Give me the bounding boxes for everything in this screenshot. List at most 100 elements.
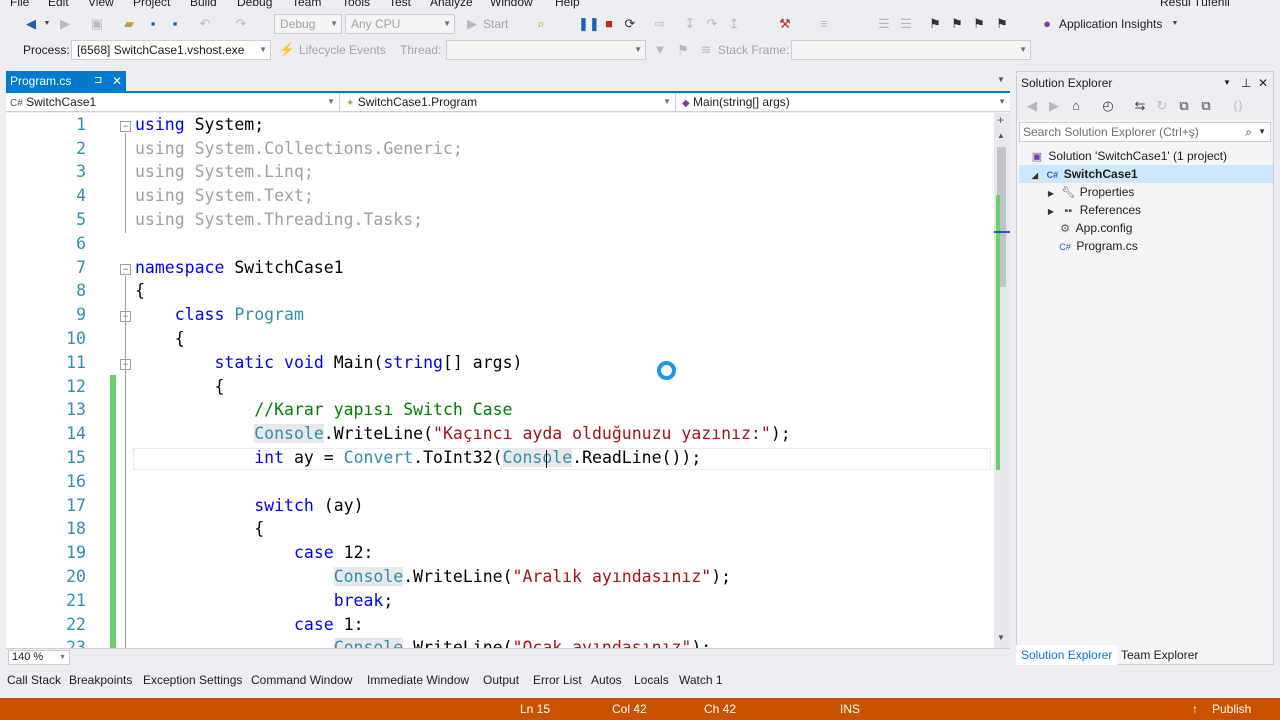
step-out-icon[interactable]: ↥ [725, 12, 743, 36]
chevron-down-icon[interactable]: ▼ [1258, 123, 1266, 141]
stop-icon[interactable]: ■ [600, 12, 618, 36]
menu-debug[interactable]: Debug [237, 0, 272, 9]
collapse-all-icon[interactable]: ⧉ [1175, 94, 1193, 118]
project-nav-select[interactable]: C# SwitchCase1 ▼ [6, 93, 340, 111]
process-select[interactable]: [6568] SwitchCase1.vshost.exe ▼ [71, 40, 271, 60]
tree-project[interactable]: ◢ C# SwitchCase1 [1019, 165, 1273, 183]
bookmark-prev-icon[interactable]: ⚑ [948, 12, 966, 36]
zoom-select[interactable]: 140 % ▼ [8, 650, 70, 665]
lifecycle-events-button[interactable]: Lifecycle Events [299, 38, 386, 62]
menu-file[interactable]: File [10, 0, 29, 9]
view-code-icon[interactable]: ⟨⟩ [1229, 94, 1247, 118]
menu-team[interactable]: Team [292, 0, 321, 9]
find-icon[interactable]: ⌕ [532, 12, 550, 36]
menu-help[interactable]: Help [555, 0, 580, 9]
show-next-statement-icon[interactable]: ⇨ [651, 12, 669, 36]
thread-select[interactable]: ▼ [446, 40, 646, 60]
menu-window[interactable]: Window [490, 0, 533, 9]
home-icon[interactable]: ⌂ [1067, 94, 1085, 118]
tab-autos[interactable]: Autos [591, 669, 622, 691]
tab-program-cs[interactable]: Program.cs ⊐ ✕ [6, 71, 126, 91]
pin-icon[interactable]: ⊥ [1241, 72, 1251, 94]
tree-item-app-config[interactable]: ⚙ App.config [1057, 219, 1132, 237]
class-nav-select[interactable]: ✦ SwitchCase1.Program ▼ [342, 93, 676, 111]
undo-icon[interactable]: ↶ [196, 12, 214, 36]
show-all-files-icon[interactable]: ⧉ [1197, 94, 1215, 118]
open-file-icon[interactable]: ▰ [120, 12, 138, 36]
application-insights-button[interactable]: Application Insights [1059, 12, 1162, 36]
editor-vertical-scrollbar[interactable]: + ▲ ▼ [994, 113, 1010, 648]
threads-icon[interactable]: ≋ [697, 38, 715, 62]
indent-icon[interactable]: ☰ [897, 12, 915, 36]
bookmark-clear-icon[interactable]: ⚑ [993, 12, 1011, 36]
tab-locals[interactable]: Locals [634, 669, 669, 691]
tab-output[interactable]: Output [483, 669, 519, 691]
redo-icon[interactable]: ↷ [232, 12, 250, 36]
comment-icon[interactable]: ≡ [815, 12, 833, 36]
chevron-down-icon[interactable]: ▼ [997, 75, 1005, 84]
exception-icon[interactable]: ⚒ [776, 12, 794, 36]
publish-icon[interactable]: ↑ [1192, 698, 1198, 720]
tree-item-program-cs[interactable]: C# Program.cs [1057, 237, 1137, 255]
tab-call-stack[interactable]: Call Stack [7, 669, 61, 691]
close-icon[interactable]: ✕ [1258, 72, 1268, 94]
scroll-up-icon[interactable]: ▲ [997, 131, 1005, 140]
indicator-margin[interactable] [6, 113, 30, 648]
collapse-icon[interactable]: − [120, 121, 131, 132]
tab-solution-explorer[interactable]: Solution Explorer [1016, 645, 1118, 665]
step-over-icon[interactable]: ↷ [703, 12, 721, 36]
save-icon[interactable]: ▪ [144, 12, 162, 36]
menu-tools[interactable]: Tools [342, 0, 370, 9]
save-all-icon[interactable]: ▪ [166, 12, 184, 36]
sync-icon[interactable]: ⇆ [1131, 94, 1149, 118]
menu-edit[interactable]: Edit [48, 0, 69, 9]
start-icon[interactable]: ▶ [463, 12, 481, 36]
lifecycle-icon[interactable]: ⚡ [278, 38, 296, 62]
bookmark-next-icon[interactable]: ⚑ [970, 12, 988, 36]
menu-analyze[interactable]: Analyze [430, 0, 473, 9]
tab-breakpoints[interactable]: Breakpoints [69, 669, 132, 691]
chevron-down-icon[interactable]: ▼ [38, 12, 56, 36]
collapsed-arrow-icon[interactable]: ▶ [1045, 203, 1057, 221]
pending-changes-icon[interactable]: ◴ [1099, 94, 1117, 118]
bookmark-icon[interactable]: ⚑ [926, 12, 944, 36]
tab-immediate-window[interactable]: Immediate Window [367, 669, 469, 691]
restart-icon[interactable]: ⟳ [621, 12, 639, 36]
tab-exception-settings[interactable]: Exception Settings [143, 669, 242, 691]
new-project-icon[interactable]: ▣ [88, 12, 106, 36]
tab-error-list[interactable]: Error List [533, 669, 582, 691]
back-icon[interactable]: ◀ [1023, 94, 1041, 118]
outdent-icon[interactable]: ☰ [875, 12, 893, 36]
step-into-icon[interactable]: ↧ [681, 12, 699, 36]
scroll-down-icon[interactable]: ▼ [997, 633, 1005, 642]
tab-team-explorer[interactable]: Team Explorer [1116, 645, 1203, 665]
publish-button[interactable]: Publish [1212, 698, 1251, 720]
tree-item-properties[interactable]: ▶ 🔧︎ Properties [1045, 183, 1134, 201]
tree-item-references[interactable]: ▶ ▪▪ References [1045, 201, 1141, 219]
search-icon[interactable]: ⌕ [1245, 123, 1252, 141]
split-icon[interactable]: + [997, 113, 1004, 127]
start-button[interactable]: Start [483, 12, 508, 36]
menu-view[interactable]: View [88, 0, 114, 9]
tab-command-window[interactable]: Command Window [251, 669, 352, 691]
solution-search-input[interactable]: Search Solution Explorer (Ctrl+ş) ⌕ ▼ [1019, 122, 1271, 142]
expanded-arrow-icon[interactable]: ◢ [1029, 167, 1041, 185]
solution-config-select[interactable]: Debug ▼ [274, 14, 342, 34]
member-nav-select[interactable]: ◆ Main(string[] args) ▼ [678, 93, 1010, 111]
pin-icon[interactable]: ⊐ [94, 71, 102, 91]
code-editor[interactable]: 1 2 3 4 5 6 7 8 9 10 11 12 13 14 15 16 1… [6, 113, 994, 648]
tree-solution[interactable]: ▣ Solution 'SwitchCase1' (1 project) [1029, 147, 1227, 165]
solution-platform-select[interactable]: Any CPU ▼ [345, 14, 455, 34]
chevron-down-icon[interactable]: ▼ [1223, 72, 1231, 94]
user-name[interactable]: Resul Tüfenli [1160, 0, 1230, 9]
forward-icon[interactable]: ▶ [1045, 94, 1063, 118]
flag-icon[interactable]: ⚑ [674, 38, 692, 62]
menu-test[interactable]: Test [389, 0, 411, 9]
menu-project[interactable]: Project [133, 0, 170, 9]
stack-frame-select[interactable]: ▼ [791, 40, 1031, 60]
refresh-icon[interactable]: ↻ [1153, 94, 1171, 118]
pause-icon[interactable]: ❚❚ [578, 12, 600, 36]
forward-icon[interactable]: ▶ [56, 12, 74, 36]
chevron-down-icon[interactable]: ▼ [1166, 12, 1184, 36]
collapse-icon[interactable]: − [120, 264, 131, 275]
